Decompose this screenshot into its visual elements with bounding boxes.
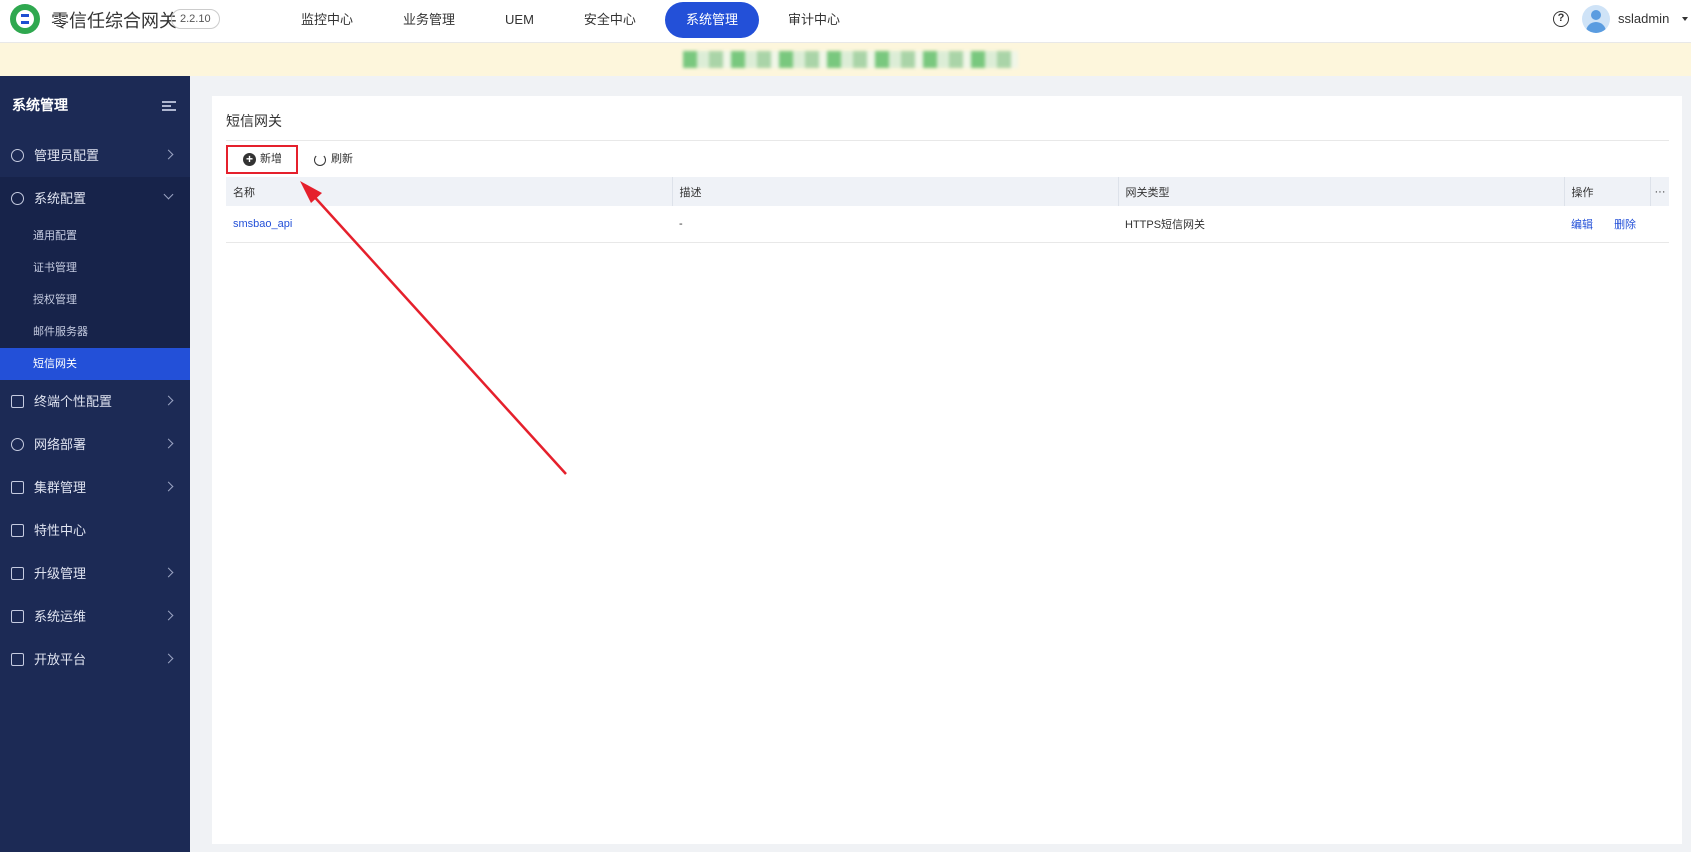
chevron-right-icon [163, 395, 174, 406]
sidebar-submenu: 通用配置 证书管理 授权管理 邮件服务器 短信网关 [0, 220, 190, 380]
edit-link[interactable]: 编辑 [1571, 219, 1593, 231]
add-button[interactable]: + 新增 [226, 145, 298, 174]
chevron-right-icon [163, 567, 174, 578]
refresh-button-label: 刷新 [331, 153, 353, 165]
avatar[interactable] [1582, 5, 1610, 33]
sidebar-item-system-config[interactable]: 系统配置 [0, 177, 190, 220]
refresh-button[interactable]: 刷新 [312, 145, 353, 174]
divider [226, 140, 1669, 141]
notice-banner [0, 43, 1691, 76]
sidebar: 系统管理 管理员配置 系统配置 通用配置 证书管理 授权管理 邮件服务器 短信网… [0, 76, 190, 852]
question-circle-icon[interactable]: ? [1553, 11, 1569, 27]
chevron-right-icon [163, 438, 174, 449]
sidebar-item-label: 网络部署 [34, 437, 87, 452]
sidebar-item-open-platform[interactable]: 开放平台 [0, 638, 190, 681]
gateway-type: HTTPS短信网关 [1118, 206, 1564, 243]
grid-icon [11, 524, 24, 537]
nav-audit[interactable]: 审计中心 [767, 2, 861, 38]
plus-circle-icon: + [243, 153, 256, 166]
nav-security[interactable]: 安全中心 [563, 2, 657, 38]
column-settings-icon[interactable]: ··· [1650, 177, 1669, 206]
table-row: smsbao_api - HTTPS短信网关 编辑 删除 [226, 206, 1669, 243]
sidebar-item-label: 系统运维 [34, 609, 87, 624]
sidebar-subitem-license[interactable]: 授权管理 [0, 284, 190, 316]
sidebar-item-terminal[interactable]: 终端个性配置 [0, 380, 190, 423]
content-card: 短信网关 + 新增 刷新 名称 描述 网关类型 操作 ··· smsbao_ap… [212, 96, 1682, 844]
sidebar-item-features[interactable]: 特性中心 [0, 509, 190, 552]
admin-icon [11, 149, 24, 162]
sidebar-subitem-sms[interactable]: 短信网关 [0, 348, 190, 380]
sidebar-item-label: 系统配置 [34, 191, 87, 206]
sms-gateway-table: 名称 描述 网关类型 操作 ··· smsbao_api - HTTPS短信网关… [226, 177, 1669, 243]
sidebar-title: 系统管理 [12, 97, 68, 113]
nav-monitor[interactable]: 监控中心 [280, 2, 374, 38]
main-nav: 监控中心 业务管理 UEM 安全中心 系统管理 审计中心 [280, 0, 869, 40]
row-actions: 编辑 删除 [1564, 206, 1669, 243]
pulse-icon [11, 610, 24, 623]
app-title: 零信任综合网关 [51, 11, 177, 31]
delete-link[interactable]: 删除 [1614, 219, 1636, 231]
sidebar-item-cluster[interactable]: 集群管理 [0, 466, 190, 509]
sidebar-item-label: 升级管理 [34, 566, 87, 581]
sidebar-header: 系统管理 [0, 76, 190, 134]
username[interactable]: ssladmin [1618, 11, 1669, 26]
sidebar-item-label: 集群管理 [34, 480, 87, 495]
gateway-desc: - [672, 206, 1118, 243]
chevron-down-icon [163, 189, 174, 200]
chevron-right-icon [163, 149, 174, 160]
table-header-row: 名称 描述 网关类型 操作 ··· [226, 177, 1669, 206]
gear-icon [11, 192, 24, 205]
globe-icon [11, 438, 24, 451]
cluster-icon [11, 481, 24, 494]
sidebar-item-admin[interactable]: 管理员配置 [0, 134, 190, 177]
menu-collapse-icon[interactable] [162, 101, 176, 111]
chevron-right-icon [163, 653, 174, 664]
upload-icon [11, 567, 24, 580]
sidebar-subitem-general[interactable]: 通用配置 [0, 220, 190, 252]
col-desc[interactable]: 描述 [672, 177, 1119, 206]
chevron-down-icon[interactable] [1682, 17, 1688, 21]
nav-business[interactable]: 业务管理 [382, 2, 476, 38]
app-logo-icon [10, 4, 40, 34]
chevron-right-icon [163, 610, 174, 621]
version-badge: 2.2.10 [171, 9, 220, 29]
refresh-icon [314, 154, 326, 166]
col-type[interactable]: 网关类型 [1118, 177, 1565, 206]
sidebar-item-ops[interactable]: 系统运维 [0, 595, 190, 638]
nav-system[interactable]: 系统管理 [664, 2, 759, 38]
sidebar-item-network[interactable]: 网络部署 [0, 423, 190, 466]
page-title: 短信网关 [226, 113, 282, 129]
platform-icon [11, 653, 24, 666]
chevron-right-icon [163, 481, 174, 492]
sidebar-item-upgrade[interactable]: 升级管理 [0, 552, 190, 595]
sidebar-item-label: 终端个性配置 [34, 394, 113, 409]
monitor-icon [11, 395, 24, 408]
col-actions: 操作 [1564, 177, 1651, 206]
gateway-name-link[interactable]: smsbao_api [226, 206, 672, 243]
sidebar-item-label: 开放平台 [34, 652, 87, 667]
sidebar-subitem-mail[interactable]: 邮件服务器 [0, 316, 190, 348]
blurred-notice [683, 51, 1018, 68]
nav-uem[interactable]: UEM [484, 2, 555, 38]
sidebar-item-label: 管理员配置 [34, 148, 100, 163]
add-button-label: 新增 [260, 153, 282, 165]
sidebar-subitem-certs[interactable]: 证书管理 [0, 252, 190, 284]
sidebar-item-label: 特性中心 [34, 523, 87, 538]
top-bar: 零信任综合网关 2.2.10 监控中心 业务管理 UEM 安全中心 系统管理 审… [0, 0, 1691, 43]
col-name[interactable]: 名称 [226, 177, 673, 206]
